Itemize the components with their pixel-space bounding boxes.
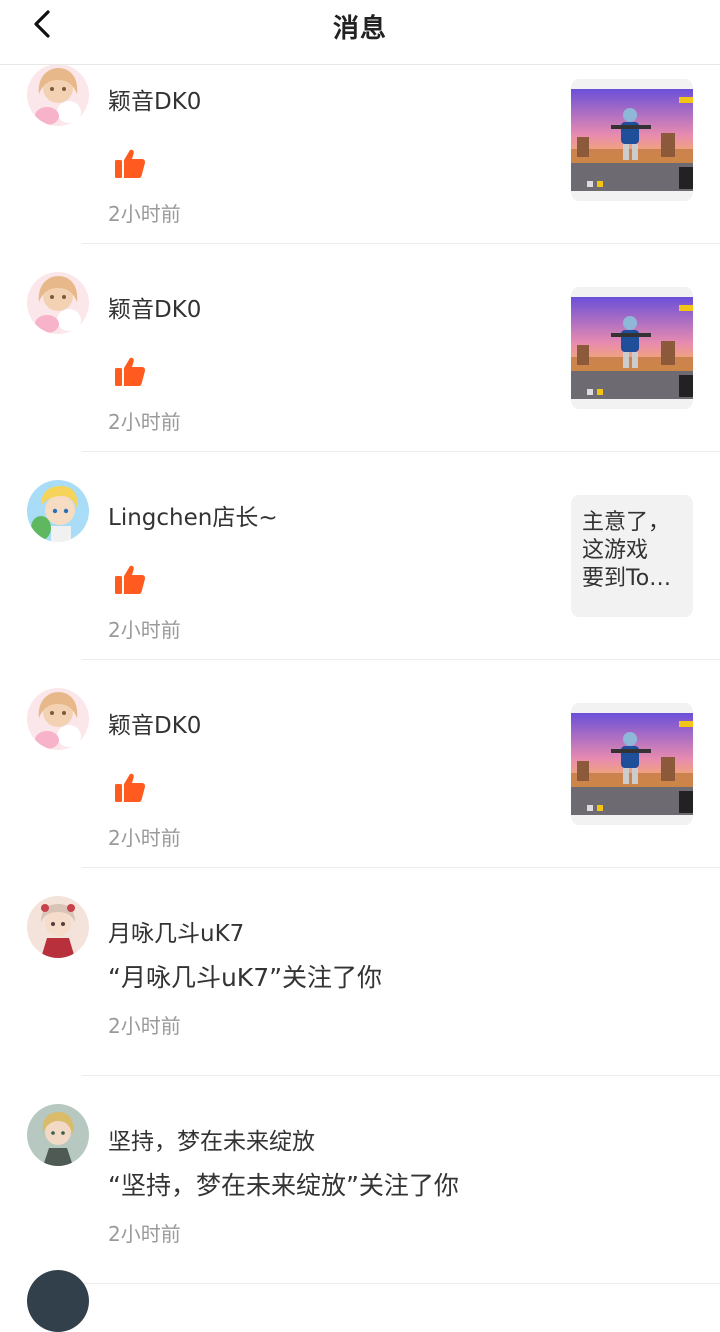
top-bar: 消息	[0, 0, 720, 65]
timestamp: 2小时前	[108, 618, 181, 642]
game-screenshot-image	[571, 297, 693, 399]
list-item[interactable]: 颖音DK0 2小时前	[0, 660, 720, 868]
timestamp: 2小时前	[108, 410, 181, 434]
avatar[interactable]	[27, 480, 89, 542]
user-name[interactable]: 颖音DK0	[108, 82, 201, 116]
game-screenshot-image	[571, 713, 693, 815]
post-thumbnail[interactable]	[571, 287, 693, 409]
anime-boy-blue-avatar	[27, 480, 89, 542]
user-name[interactable]: 颖音DK0	[108, 706, 201, 740]
divider	[82, 1283, 720, 1284]
user-name[interactable]: 坚持，梦在未来绽放	[108, 1122, 315, 1156]
post-thumbnail[interactable]	[571, 79, 693, 201]
list-item[interactable]: 颖音DK0 2小时前	[0, 244, 720, 452]
anime-girl-pink-avatar	[27, 688, 89, 750]
timestamp: 2小时前	[108, 1014, 181, 1038]
preview-line: 要到To…	[582, 566, 672, 591]
user-name[interactable]: 颖音DK0	[108, 290, 201, 324]
post-thumbnail[interactable]	[571, 703, 693, 825]
avatar[interactable]	[27, 1104, 89, 1166]
preview-line: 这游戏	[582, 538, 649, 563]
follow-message: “坚持，梦在未来绽放”关注了你	[108, 1171, 459, 1200]
timestamp: 2小时前	[108, 1222, 181, 1246]
timestamp: 2小时前	[108, 826, 181, 850]
message-list: 颖音DK0 2小时前 颖音DK0 2小时前 Lingchen店长~ 2小时前 主…	[0, 64, 720, 1284]
avatar[interactable]	[27, 1270, 89, 1332]
anime-girl-pink-avatar	[27, 272, 89, 334]
timestamp: 2小时前	[108, 202, 181, 226]
avatar[interactable]	[27, 688, 89, 750]
avatar[interactable]	[27, 272, 89, 334]
follow-message: “月咏几斗uK7”关注了你	[108, 963, 383, 992]
avatar[interactable]	[27, 64, 89, 126]
list-item[interactable]: 坚持，梦在未来绽放 “坚持，梦在未来绽放”关注了你 2小时前	[0, 1076, 720, 1284]
anime-blonde-avatar	[27, 1104, 89, 1166]
thumbs-up-icon	[114, 356, 146, 388]
thumbs-up-icon	[114, 564, 146, 596]
list-item[interactable]: Lingchen店长~ 2小时前 主意了， 这游戏 要到To…	[0, 452, 720, 660]
anime-girl-red-avatar	[27, 896, 89, 958]
game-screenshot-image	[571, 89, 693, 191]
preview-line: 主意了，	[582, 510, 671, 535]
user-name[interactable]: 月咏几斗uK7	[108, 914, 244, 948]
thumbs-up-icon	[114, 772, 146, 804]
list-item[interactable]: 月咏几斗uK7 “月咏几斗uK7”关注了你 2小时前	[0, 868, 720, 1076]
page-title: 消息	[332, 14, 387, 44]
post-text-preview[interactable]: 主意了， 这游戏 要到To…	[571, 495, 693, 617]
anime-girl-pink-avatar	[27, 64, 89, 126]
avatar[interactable]	[27, 896, 89, 958]
thumbs-up-icon	[114, 148, 146, 180]
user-name[interactable]: Lingchen店长~	[108, 498, 278, 532]
list-item[interactable]: 颖音DK0 2小时前	[0, 64, 720, 244]
